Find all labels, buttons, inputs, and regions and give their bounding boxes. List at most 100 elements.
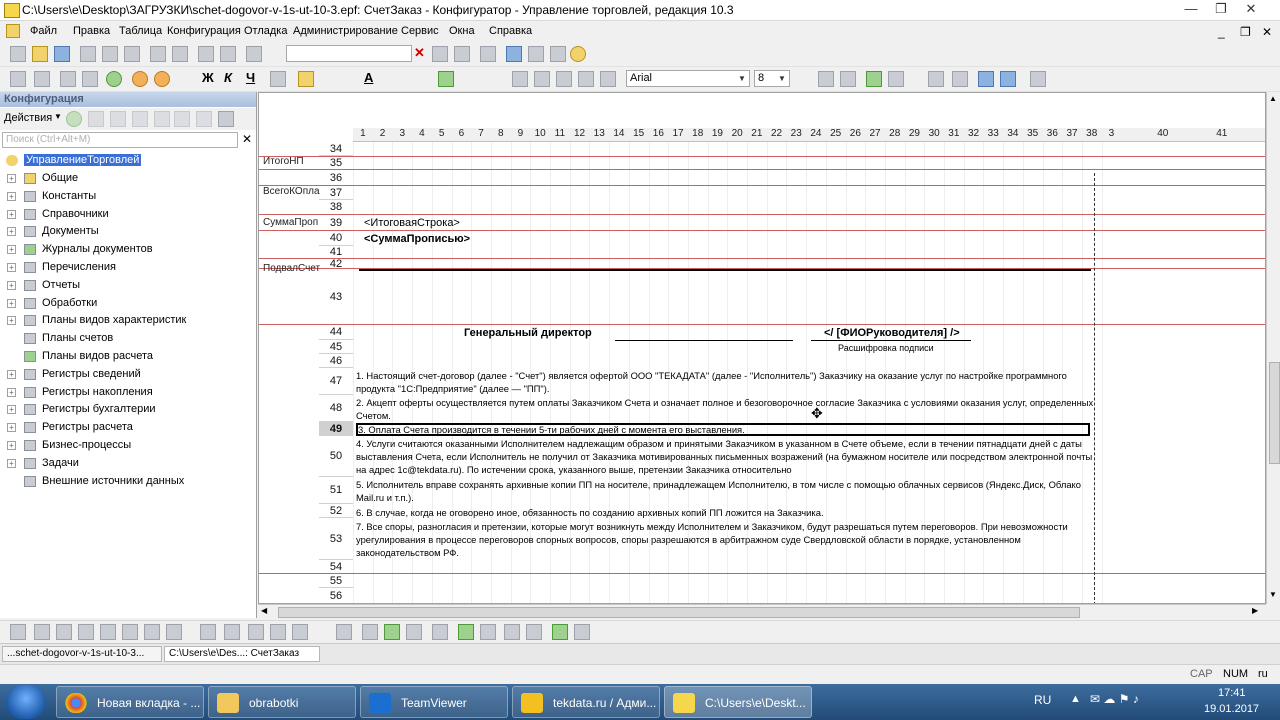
column-number[interactable]: 16 (649, 128, 669, 139)
undo-icon[interactable] (198, 46, 214, 62)
row-number[interactable]: 52 (319, 504, 353, 518)
sync-icon[interactable] (154, 71, 170, 87)
column-number[interactable]: 9 (511, 128, 531, 139)
insert-icon[interactable] (866, 71, 882, 87)
clock-time[interactable]: 17:41 (1218, 687, 1246, 699)
show-left-icon[interactable] (978, 71, 994, 87)
layout-icon[interactable] (248, 624, 264, 640)
table-icon[interactable] (432, 624, 448, 640)
expand-icon[interactable]: + (7, 227, 16, 237)
column-number[interactable]: 32 (964, 128, 984, 139)
tree-item[interactable]: + Планы видов характеристик (0, 312, 256, 330)
menu-administration[interactable]: Администрирование (293, 25, 398, 37)
paste-icon[interactable] (124, 46, 140, 62)
spreadsheet-editor[interactable]: 1 2 3 4 5 6 7 8 9 10 11 12 13 14 15 16 17 18 19 20 21 22 23 24 2… (258, 92, 1266, 604)
column-number[interactable]: 1 (353, 128, 373, 139)
column-number[interactable]: 35 (1023, 128, 1043, 139)
column-number[interactable]: 5 (432, 128, 452, 139)
row-number[interactable]: 51 (319, 477, 353, 504)
search-input[interactable] (286, 45, 412, 62)
director-fio-param[interactable]: </ [ФИОРуководителя] /> (824, 327, 960, 339)
background-color-icon[interactable] (438, 71, 454, 87)
expand-icon[interactable]: + (7, 245, 16, 255)
column-number[interactable]: 33 (983, 128, 1003, 139)
menu-configuration[interactable]: Конфигурация (167, 25, 241, 37)
row-number[interactable]: 55 (319, 574, 353, 588)
clear-search-icon[interactable]: ✕ (414, 45, 425, 61)
split-icon[interactable] (840, 71, 856, 87)
restore-button[interactable]: ❐ (1206, 0, 1236, 20)
clock-date[interactable]: 19.01.2017 (1204, 703, 1259, 715)
tree-item[interactable]: Планы видов расчета (0, 348, 256, 366)
run-icon[interactable] (106, 71, 122, 87)
windows-icon[interactable] (480, 46, 496, 62)
expand-icon[interactable]: + (7, 191, 16, 201)
chevron-down-icon[interactable]: ▼ (776, 72, 788, 85)
row-number[interactable]: 50 (319, 436, 353, 477)
area-icon[interactable] (82, 71, 98, 87)
menu-service[interactable]: Сервис (401, 25, 439, 37)
scroll-left-icon[interactable]: ◀ (261, 606, 267, 615)
tree-item[interactable]: + Справочники (0, 206, 256, 224)
expand-icon[interactable]: + (7, 369, 16, 379)
column-number[interactable]: 21 (747, 128, 767, 139)
task-configurator[interactable]: C:\Users\e\Deskt... (664, 686, 812, 718)
column-number[interactable]: 19 (708, 128, 728, 139)
tray-icons[interactable]: ✉ ☁ ⚑ ♪ (1090, 692, 1139, 706)
delete-row-icon[interactable] (480, 624, 496, 640)
tree-item[interactable]: + Перечисления (0, 259, 256, 277)
expand-icon[interactable]: + (7, 174, 16, 183)
layout-icon[interactable] (292, 624, 308, 640)
layout-icon[interactable] (56, 624, 72, 640)
column-number[interactable]: 30 (924, 128, 944, 139)
vertical-scrollbar[interactable]: ▲ ▼ (1266, 92, 1280, 604)
expand-icon[interactable]: + (7, 280, 16, 290)
layout-icon[interactable] (122, 624, 138, 640)
new-icon[interactable] (10, 46, 26, 62)
column-number[interactable]: 42 (1251, 128, 1265, 139)
edit-icon[interactable] (88, 111, 104, 127)
config-search-input[interactable]: Поиск (Ctrl+Alt+M) (2, 132, 238, 148)
actions-menu[interactable]: Действия (4, 112, 52, 124)
tree-item[interactable]: + Регистры сведений (0, 366, 256, 384)
expand-icon[interactable]: + (7, 298, 16, 308)
doc-minimize-icon[interactable]: _ (1218, 25, 1225, 39)
row-number[interactable]: 54 (319, 560, 353, 574)
tree-root[interactable]: УправлениеТорговлей (0, 152, 256, 170)
search-next-icon[interactable] (432, 46, 448, 62)
layout-icon[interactable] (34, 624, 50, 640)
column-number[interactable]: 3 (392, 128, 412, 139)
tree-item[interactable]: + Обработки (0, 295, 256, 313)
row-number[interactable]: 47 (319, 368, 353, 395)
copy-icon[interactable] (102, 46, 118, 62)
column-number[interactable]: 37 (1062, 128, 1082, 139)
tree-item[interactable]: + Общие (0, 170, 256, 188)
column-number[interactable]: 2 (373, 128, 393, 139)
row-number[interactable]: 37 (319, 186, 353, 200)
text-icon[interactable] (362, 624, 378, 640)
scroll-thumb-h[interactable] (278, 607, 1080, 618)
row-number[interactable]: 39 (319, 215, 353, 231)
picture-icon[interactable] (384, 624, 400, 640)
term-3-selected[interactable]: 3. Оплата Счета производится в течении 5… (356, 423, 1090, 436)
layout-icon[interactable] (144, 624, 160, 640)
tab-processing[interactable]: ...schet-dogovor-v-1s-ut-10-3... (2, 646, 162, 662)
column-number[interactable]: 27 (865, 128, 885, 139)
tree-item[interactable]: Планы счетов (0, 330, 256, 348)
syntax-icon[interactable] (528, 46, 544, 62)
table-properties-icon[interactable] (34, 71, 50, 87)
tree-item[interactable]: + Регистры расчета (0, 419, 256, 437)
column-number[interactable]: 24 (806, 128, 826, 139)
tray-expand-icon[interactable]: ▲ (1070, 693, 1081, 705)
font-color-icon[interactable]: A (364, 70, 373, 85)
refresh-icon[interactable] (132, 71, 148, 87)
doc-restore-icon[interactable]: ❐ (1240, 25, 1251, 39)
names-toggle-icon[interactable] (552, 624, 568, 640)
font-name-select[interactable]: Arial ▼ (626, 70, 750, 87)
app-menu-icon[interactable] (6, 24, 20, 38)
row-number[interactable]: 36 (319, 170, 353, 186)
row-number[interactable]: 49 (319, 422, 353, 436)
column-number[interactable]: 31 (944, 128, 964, 139)
add-icon[interactable] (66, 111, 82, 127)
scroll-up-icon[interactable]: ▲ (1269, 94, 1277, 103)
